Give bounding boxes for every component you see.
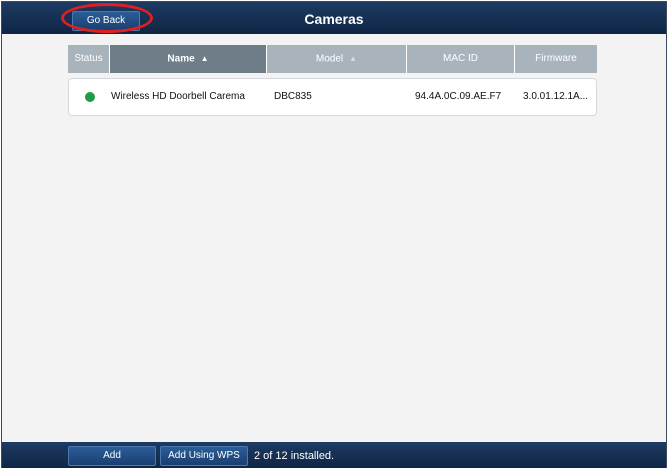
column-status[interactable]: Status — [68, 45, 110, 73]
camera-firmware: 3.0.01.12.1A... — [523, 91, 589, 102]
installed-count: 2 of 12 installed. — [254, 450, 335, 462]
page-title: Cameras — [304, 11, 364, 27]
column-firmware[interactable]: Firmware — [515, 45, 597, 73]
camera-name: Wireless HD Doorbell Carema — [111, 91, 245, 102]
top-bar: Go Back Cameras — [2, 2, 666, 34]
column-name[interactable]: Name ▲ — [110, 45, 267, 73]
camera-model: DBC835 — [274, 91, 312, 102]
sort-asc-icon: ▲ — [200, 54, 209, 63]
column-model-label: Model — [315, 53, 344, 65]
column-mac[interactable]: MAC ID — [407, 45, 515, 73]
table-header: Status Name ▲ Model ▲ MAC ID Firmware — [68, 45, 597, 73]
column-name-label: Name — [167, 53, 195, 65]
bottom-bar: Add Add Using WPS 2 of 12 installed. — [2, 442, 666, 468]
column-model[interactable]: Model ▲ — [267, 45, 407, 73]
camera-mac: 94.4A.0C.09.AE.F7 — [415, 91, 502, 102]
table-row[interactable]: Wireless HD Doorbell Carema DBC835 94.4A… — [68, 78, 597, 116]
add-using-wps-button[interactable]: Add Using WPS — [160, 446, 248, 466]
sort-icon: ▲ — [349, 54, 358, 63]
add-button[interactable]: Add — [68, 446, 156, 466]
go-back-button[interactable]: Go Back — [72, 11, 140, 31]
status-online-icon — [85, 92, 95, 102]
